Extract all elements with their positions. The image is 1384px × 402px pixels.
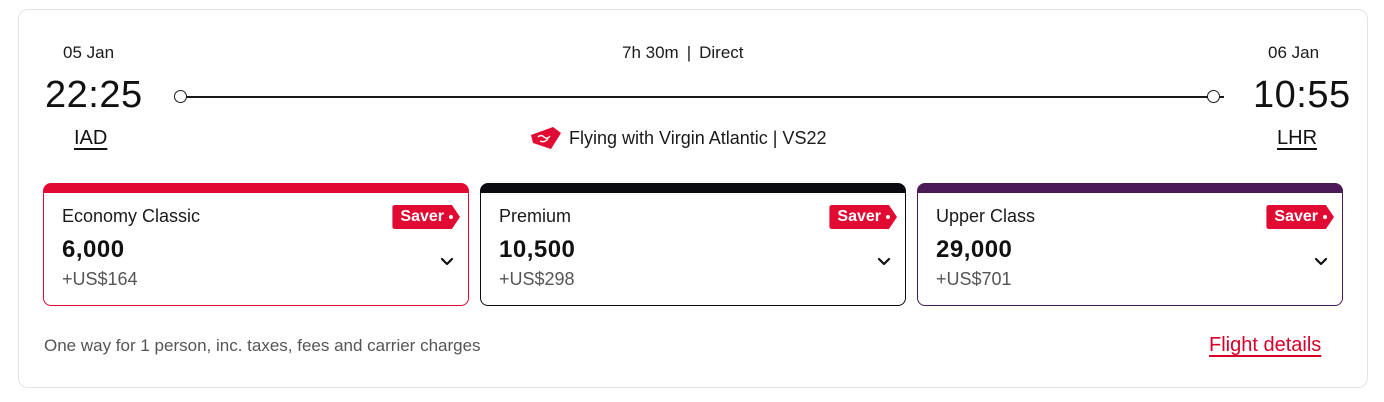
fare-option-premium[interactable]: Premium Saver 10,500 +US$298: [480, 183, 906, 306]
departure-airport-link[interactable]: IAD: [74, 127, 107, 150]
flight-summary: 7h 30m | Direct: [622, 43, 744, 63]
saver-badge: Saver: [1266, 205, 1334, 229]
fare-option-economy-classic[interactable]: Economy Classic Saver 6,000 +US$164: [43, 183, 469, 306]
flight-stops: Direct: [699, 43, 744, 62]
flight-duration: 7h 30m: [622, 43, 679, 62]
fare-points: 10,500: [499, 236, 576, 263]
virgin-atlantic-logo-icon: [531, 127, 561, 149]
departure-date: 05 Jan: [63, 43, 115, 62]
fare-cabin-name: Premium: [499, 206, 572, 226]
arrival-date: 06 Jan: [1268, 43, 1320, 62]
fare-cash: +US$701: [936, 269, 1012, 289]
departure-time: 22:25: [45, 74, 143, 116]
saver-badge: Saver: [829, 205, 897, 229]
fare-cash: +US$298: [499, 269, 575, 289]
arrival-airport-link[interactable]: LHR: [1277, 127, 1317, 150]
fare-cabin-name: Upper Class: [936, 206, 1036, 226]
flight-details-link[interactable]: Flight details: [1209, 334, 1321, 357]
arrival-time: 10:55: [1253, 74, 1351, 116]
chevron-down-icon[interactable]: [875, 253, 893, 271]
fare-option-upper-class[interactable]: Upper Class Saver 29,000 +US$701: [917, 183, 1343, 306]
route-line: [186, 96, 1224, 98]
saver-badge-label: Saver: [837, 208, 881, 225]
fare-points: 6,000: [62, 236, 125, 263]
fare-cabin-name: Economy Classic: [62, 206, 201, 226]
chevron-down-icon[interactable]: [438, 253, 456, 271]
fare-points: 29,000: [936, 236, 1013, 263]
operator-text: Flying with Virgin Atlantic | VS22: [569, 127, 827, 148]
saver-badge-label: Saver: [400, 208, 444, 225]
route-destination-dot: [1207, 90, 1220, 103]
fare-cash: +US$164: [62, 269, 138, 289]
fare-footnote: One way for 1 person, inc. taxes, fees a…: [44, 336, 481, 355]
chevron-down-icon[interactable]: [1312, 253, 1330, 271]
saver-badge: Saver: [392, 205, 460, 229]
tag-hole-icon: [449, 215, 453, 219]
tag-hole-icon: [886, 215, 890, 219]
flight-result-card: 05 Jan 22:25 IAD 7h 30m | Direct Flying wi…: [18, 9, 1368, 388]
tag-hole-icon: [1323, 215, 1327, 219]
saver-badge-label: Saver: [1274, 208, 1318, 225]
summary-separator: |: [686, 43, 692, 62]
route-origin-dot: [174, 90, 187, 103]
operator-info: Flying with Virgin Atlantic | VS22: [529, 125, 826, 151]
